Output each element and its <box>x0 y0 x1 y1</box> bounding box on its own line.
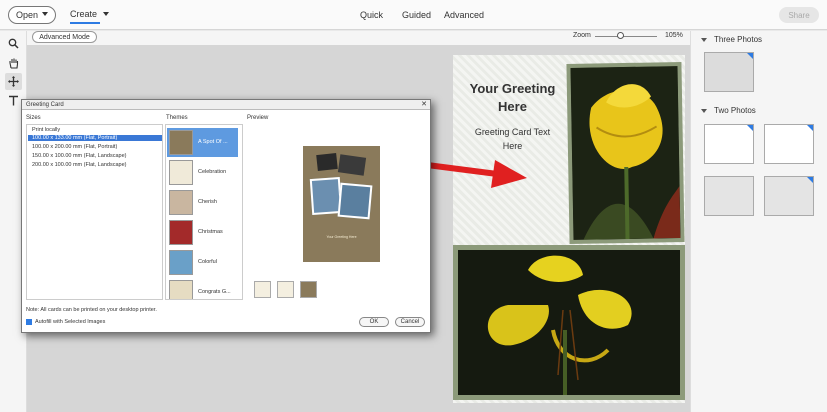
text-icon[interactable] <box>5 92 22 109</box>
selected-corner-icon <box>807 125 813 131</box>
preview-thumbnail[interactable] <box>254 281 271 298</box>
size-option[interactable]: 100.00 x 133.00 mm (Flat, Portrait) <box>28 135 162 141</box>
lily-photo <box>458 250 680 395</box>
chevron-down-icon <box>701 108 707 113</box>
move-icon[interactable] <box>5 73 22 90</box>
share-button[interactable]: Share <box>779 7 819 23</box>
section-label: Two Photos <box>714 106 756 115</box>
chevron-down-icon <box>42 12 48 16</box>
selected-corner-icon <box>807 177 813 183</box>
close-icon[interactable]: ✕ <box>421 100 427 110</box>
theme-label: Celebration <box>198 169 227 175</box>
tab-guided[interactable]: Guided <box>402 10 431 20</box>
tab-advanced[interactable]: Advanced <box>444 10 484 20</box>
size-group-header: Print locally <box>32 127 61 133</box>
preview-card-text: Your Greeting Here <box>326 235 357 239</box>
theme-label: Congrats G... <box>198 289 231 295</box>
selected-corner-icon <box>747 125 753 131</box>
theme-item[interactable]: A Spot Of ... <box>167 128 238 157</box>
selected-corner-icon <box>747 53 753 59</box>
preview-photo <box>316 152 338 172</box>
layout-thumbnail[interactable] <box>704 52 754 92</box>
zoom-value: 105% <box>665 32 683 39</box>
printer-note: Note: All cards can be printed on your d… <box>26 307 157 313</box>
zoom-label: Zoom <box>573 32 591 39</box>
ok-button[interactable]: OK <box>359 317 389 327</box>
preview-pane: Your Greeting Here <box>245 124 428 300</box>
themes-list[interactable]: A Spot Of ... Celebration Cherish Christ… <box>165 124 243 300</box>
sizes-header: Sizes <box>26 115 41 121</box>
chevron-down-icon <box>701 37 707 42</box>
hand-icon[interactable] <box>5 54 22 71</box>
dialog-title: Greeting Card <box>22 100 430 110</box>
open-label: Open <box>16 10 39 20</box>
preview-thumbnail[interactable] <box>277 281 294 298</box>
theme-label: Cherish <box>198 199 217 205</box>
open-button[interactable]: Open <box>8 6 56 24</box>
layout-thumbnail[interactable] <box>704 176 754 216</box>
theme-thumbnail <box>169 280 193 299</box>
preview-photo <box>337 154 367 176</box>
theme-thumbnail <box>169 130 193 155</box>
section-three-photos[interactable]: Three Photos <box>701 35 762 44</box>
layout-thumbnail[interactable] <box>764 176 814 216</box>
themes-header: Themes <box>166 115 188 121</box>
theme-thumbnail <box>169 250 193 275</box>
zoom-slider-handle[interactable] <box>617 32 624 39</box>
create-menu[interactable]: Create <box>70 9 97 19</box>
zoom-slider[interactable] <box>595 36 657 37</box>
tulip-photo <box>570 66 681 240</box>
theme-thumbnail <box>169 160 193 185</box>
cancel-button[interactable]: Cancel <box>395 317 425 327</box>
theme-label: A Spot Of ... <box>198 139 228 145</box>
card-title-text[interactable]: Your Greeting Here <box>465 80 560 116</box>
photo-frame-bottom[interactable] <box>453 245 685 400</box>
theme-item[interactable]: Congrats G... <box>167 278 238 299</box>
preview-photo <box>337 182 373 220</box>
create-active-indicator <box>70 22 100 24</box>
preview-header: Preview <box>247 115 269 121</box>
theme-item[interactable]: Cherish <box>167 188 238 217</box>
size-option[interactable]: 100.00 x 200.00 mm (Flat, Portrait) <box>32 144 117 150</box>
autofill-label: Autofill with Selected Images <box>35 319 106 325</box>
photo-frame-top[interactable] <box>566 62 685 244</box>
theme-item[interactable]: Celebration <box>167 158 238 187</box>
theme-item[interactable]: Colorful <box>167 248 238 277</box>
theme-thumbnail <box>169 220 193 245</box>
theme-label: Christmas <box>198 229 223 235</box>
greeting-card-canvas[interactable]: Your Greeting Here Greeting Card Text He… <box>453 55 685 403</box>
theme-item[interactable]: Christmas <box>167 218 238 247</box>
size-option[interactable]: 200.00 x 100.00 mm (Flat, Landscape) <box>32 162 126 168</box>
section-two-photos[interactable]: Two Photos <box>701 106 756 115</box>
create-chevron-down-icon[interactable] <box>103 12 109 16</box>
autofill-checkbox[interactable] <box>26 319 32 325</box>
layout-thumbnail[interactable] <box>704 124 754 164</box>
section-label: Three Photos <box>714 35 763 44</box>
layout-thumbnail[interactable] <box>764 124 814 164</box>
theme-thumbnail <box>169 190 193 215</box>
preview-card: Your Greeting Here <box>303 146 380 262</box>
theme-label: Colorful <box>198 259 217 265</box>
size-option[interactable]: 150.00 x 100.00 mm (Flat, Landscape) <box>32 153 126 159</box>
tab-quick[interactable]: Quick <box>360 10 383 20</box>
preview-thumbnail[interactable] <box>300 281 317 298</box>
zoom-icon[interactable] <box>5 35 22 52</box>
advanced-mode-button[interactable]: Advanced Mode <box>32 31 97 43</box>
sizes-list[interactable]: Print locally 100.00 x 133.00 mm (Flat, … <box>26 124 163 300</box>
greeting-card-dialog: Greeting Card ✕ Sizes Themes Preview Pri… <box>21 99 431 333</box>
